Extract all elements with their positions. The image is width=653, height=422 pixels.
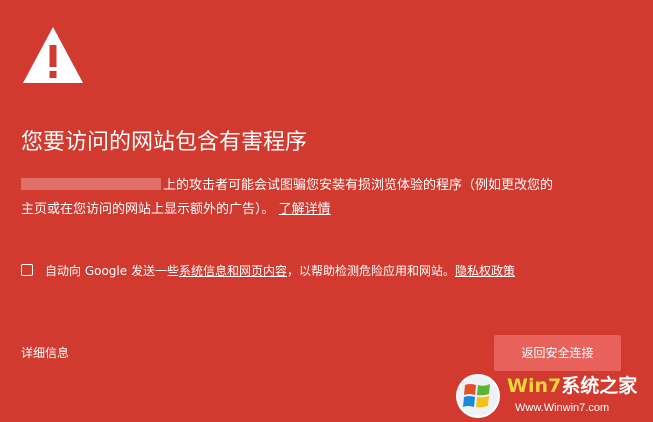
watermark-brand: Win7系统之家 <box>507 375 638 397</box>
warning-triangle-icon <box>23 27 83 83</box>
optin-label: 自动向 Google 发送一些系统信息和网页内容，以帮助检测危险应用和网站。隐私… <box>45 259 515 283</box>
system-info-link[interactable]: 系统信息和网页内容 <box>179 264 287 278</box>
learn-more-link[interactable]: 了解详情 <box>279 202 331 217</box>
page-title: 您要访问的网站包含有害程序 <box>21 130 308 155</box>
redacted-site-url <box>21 178 161 190</box>
details-button[interactable]: 详细信息 <box>21 341 69 365</box>
description-line1: 上的攻击者可能会试图骗您安装有损浏览体验的程序（例如更改您的 <box>163 178 554 193</box>
safe-browsing-optin: 自动向 Google 发送一些系统信息和网页内容，以帮助检测危险应用和网站。隐私… <box>21 259 631 283</box>
warning-description: 上的攻击者可能会试图骗您安装有损浏览体验的程序（例如更改您的 主页或在您访问的网… <box>21 174 621 222</box>
optin-text-before: 自动向 Google 发送一些 <box>45 264 179 278</box>
optin-checkbox[interactable] <box>21 264 33 276</box>
back-to-safety-button[interactable]: 返回安全连接 <box>494 335 621 371</box>
privacy-policy-link[interactable]: 隐私权政策 <box>455 264 515 278</box>
watermark: Win7系统之家 Www.Winwin7.com <box>455 370 651 420</box>
watermark-url: Www.Winwin7.com <box>515 402 610 414</box>
optin-text-middle: ，以帮助检测危险应用和网站。 <box>286 264 455 278</box>
windows-logo-icon <box>456 374 500 418</box>
description-line2: 主页或在您访问的网站上显示额外的广告）。 <box>21 202 275 217</box>
